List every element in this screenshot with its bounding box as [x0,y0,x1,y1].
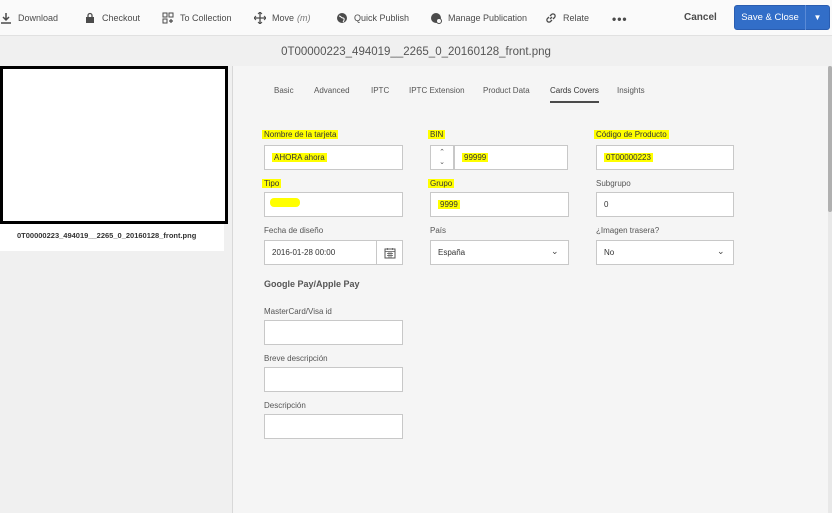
asset-thumbnail [0,66,228,224]
nombre-field[interactable]: AHORA ahora [264,145,403,170]
tipo-highlight-mark [270,198,300,207]
descripcion-field[interactable] [264,414,403,439]
bin-label: BIN [428,130,446,139]
imagen-value: No [604,248,615,257]
tab-iptc-extension[interactable]: IPTC Extension [409,86,465,101]
pais-value: España [438,248,466,257]
quick-publish-label: Quick Publish [354,13,410,23]
mastercard-field[interactable] [264,320,403,345]
move-label: Move [272,13,295,23]
tab-basic[interactable]: Basic [274,86,294,101]
move-shortcut: (m) [297,13,311,23]
link-icon [546,13,556,23]
lock-icon [86,12,94,23]
move-button[interactable]: Move (m) [254,0,311,36]
chevron-down-icon[interactable]: ⌄ [439,158,445,168]
subgrupo-label: Subgrupo [596,179,631,188]
pais-label: País [430,226,447,235]
chevron-down-icon[interactable]: ▼ [806,13,829,22]
save-close-label: Save & Close [741,12,799,23]
chevron-down-icon[interactable]: ⌄ [717,246,725,257]
download-icon [1,13,11,24]
google-pay-section-title: Google Pay/Apple Pay [264,279,360,289]
imagen-label: ¿Imagen trasera? [596,226,660,235]
more-options-icon[interactable]: ••• [612,12,628,26]
subgrupo-field[interactable]: 0 [596,192,734,217]
tab-cards-covers[interactable]: Cards Covers [550,86,599,103]
subgrupo-value: 0 [604,200,609,209]
calendar-button[interactable] [376,240,403,265]
fecha-field[interactable]: 2016-01-28 00:00 [264,240,377,265]
manage-publication-label: Manage Publication [448,13,528,23]
descripcion-label: Descripción [264,401,306,410]
to-collection-button[interactable]: To Collection [162,0,232,36]
grupo-value: 9999 [438,200,460,209]
relate-button[interactable]: Relate [545,0,589,36]
pais-select[interactable]: España [430,240,569,265]
codigo-label: Código de Producto [594,130,669,139]
download-label: Download [18,13,59,23]
tab-iptc[interactable]: IPTC [371,86,389,101]
globe-gear-icon [431,13,442,24]
tipo-label: Tipo [262,179,282,188]
tab-insights[interactable]: Insights [617,86,645,101]
grupo-field[interactable]: 9999 [430,192,569,217]
bin-field[interactable]: 99999 [454,145,568,170]
tab-advanced[interactable]: Advanced [314,86,350,101]
globe-icon [337,13,347,23]
chevron-up-icon[interactable]: ⌃ [439,148,445,158]
nombre-label: Nombre de la tarjeta [262,130,339,139]
save-close-button[interactable]: Save & Close ▼ [734,5,830,30]
bin-value: 99999 [462,153,489,162]
nombre-value: AHORA ahora [272,153,327,162]
checkout-label: Checkout [102,13,141,23]
bin-stepper[interactable]: ⌃ ⌄ [430,145,454,170]
relate-label: Relate [563,13,590,23]
asset-preview-panel: 0T00000223_494019__2265_0_20160128_front… [0,66,228,251]
tab-product-data[interactable]: Product Data [483,86,530,101]
cancel-button[interactable]: Cancel [684,12,717,23]
manage-publication-button[interactable]: Manage Publication [430,0,527,36]
fecha-label: Fecha de diseño [264,226,324,235]
collection-icon [162,12,174,24]
scrollbar-thumb[interactable] [828,66,832,212]
codigo-value: 0T00000223 [604,153,653,162]
codigo-field[interactable]: 0T00000223 [596,145,734,170]
checkout-button[interactable]: Checkout [84,0,140,36]
chevron-down-icon[interactable]: ⌄ [551,246,559,257]
asset-title-bar: 0T00000223_494019__2265_0_20160128_front… [0,37,832,67]
breve-label: Breve descripción [264,354,328,363]
move-icon [254,12,266,24]
download-button[interactable]: Download [0,0,58,36]
to-collection-label: To Collection [180,13,232,23]
fecha-value: 2016-01-28 00:00 [272,248,336,257]
thumbnail-caption: 0T00000223_494019__2265_0_20160128_front… [17,231,197,240]
mastercard-label: MasterCard/Visa id [264,307,332,316]
page-title: 0T00000223_494019__2265_0_20160128_front… [281,46,551,58]
grupo-label: Grupo [428,179,455,188]
imagen-select[interactable]: No [596,240,734,265]
quick-publish-button[interactable]: Quick Publish [336,0,409,36]
calendar-icon [384,247,395,258]
breve-field[interactable] [264,367,403,392]
toolbar: Download Checkout To Collection Move (m)… [0,0,832,36]
